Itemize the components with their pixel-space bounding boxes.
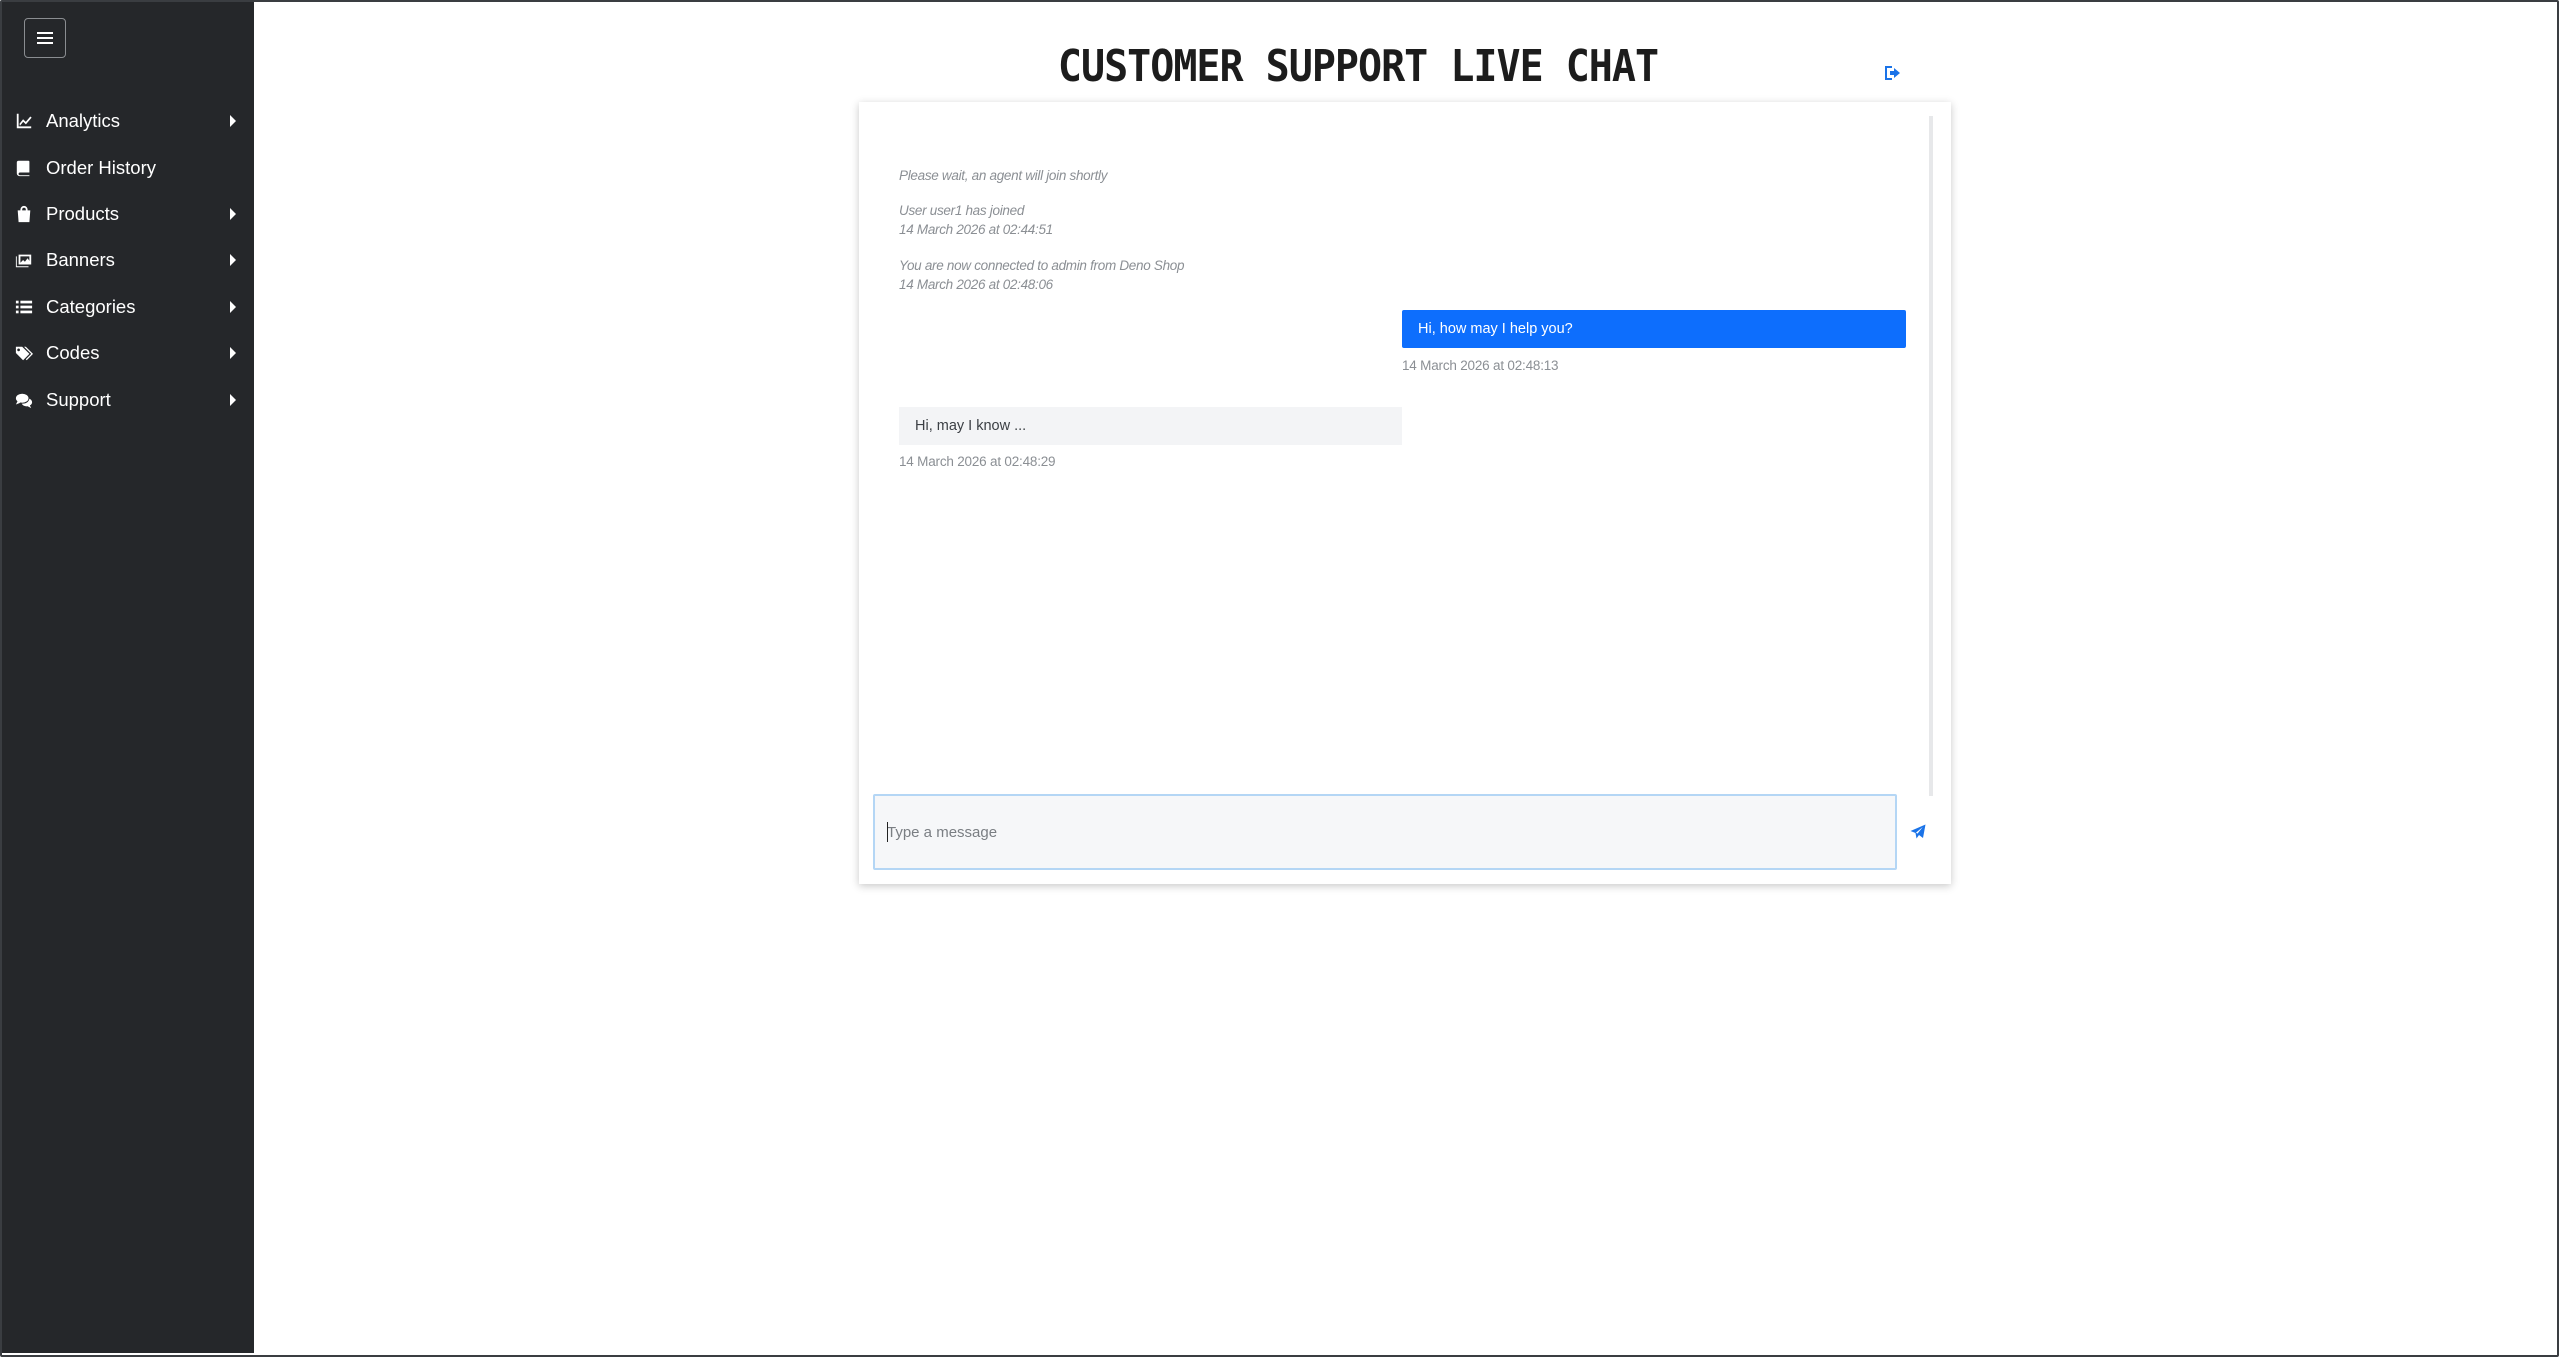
images-icon <box>14 250 34 270</box>
shopping-bag-icon <box>14 204 34 224</box>
hamburger-icon <box>37 32 53 44</box>
book-icon <box>14 158 34 178</box>
paper-plane-icon <box>1910 824 1926 839</box>
system-message: Please wait, an agent will join shortly <box>899 166 1107 185</box>
caret-right-icon <box>230 393 236 406</box>
system-message-time: 14 March 2026 at 02:44:51 <box>899 222 1053 237</box>
sidebar: Analytics Order History Products Banners <box>2 2 254 1353</box>
send-button[interactable] <box>1903 794 1933 870</box>
sidebar-item-label: Products <box>46 202 120 224</box>
sidebar-item-banners[interactable]: Banners <box>2 237 254 283</box>
system-message-text: User user1 has joined <box>899 203 1025 218</box>
sidebar-item-codes[interactable]: Codes <box>2 330 254 376</box>
chart-line-icon <box>14 111 34 131</box>
message-timestamp: 14 March 2026 at 02:48:29 <box>899 454 1056 469</box>
sidebar-nav: Analytics Order History Products Banners <box>2 98 254 423</box>
message-timestamp: 14 March 2026 at 02:48:13 <box>1402 358 1559 373</box>
message-input[interactable] <box>887 796 1877 868</box>
system-message-time: 14 March 2026 at 02:48:06 <box>899 277 1053 292</box>
caret-right-icon <box>230 115 236 128</box>
message-input-box <box>873 794 1897 870</box>
sidebar-item-categories[interactable]: Categories <box>2 284 254 330</box>
sidebar-item-products[interactable]: Products <box>2 191 254 237</box>
sidebar-item-label: Support <box>46 388 111 410</box>
caret-right-icon <box>230 300 236 313</box>
caret-right-icon <box>230 254 236 267</box>
page-title: CUSTOMER SUPPORT LIVE CHAT <box>1057 42 1659 92</box>
sidebar-item-label: Codes <box>46 342 100 364</box>
caret-right-icon <box>230 347 236 360</box>
system-message: User user1 has joined 14 March 2026 at 0… <box>899 201 1053 239</box>
caret-right-icon <box>230 207 236 220</box>
tags-icon <box>14 343 34 363</box>
agent-message-bubble: Hi, how may I help you? <box>1402 310 1906 348</box>
message-text: Hi, may I know ... <box>915 418 1027 434</box>
sidebar-item-order-history[interactable]: Order History <box>2 144 254 190</box>
list-icon <box>14 297 34 317</box>
sidebar-item-label: Order History <box>46 156 156 178</box>
text-cursor <box>887 822 888 842</box>
sign-out-icon <box>1885 66 1900 80</box>
sidebar-item-label: Analytics <box>46 110 121 132</box>
sidebar-item-support[interactable]: Support <box>2 376 254 422</box>
sidebar-item-analytics[interactable]: Analytics <box>2 98 254 144</box>
menu-toggle-button[interactable] <box>24 18 66 58</box>
sidebar-item-label: Banners <box>46 249 115 271</box>
comments-icon <box>14 390 34 410</box>
system-message-text: You are now connected to admin from Deno… <box>899 258 1185 273</box>
chat-window: Please wait, an agent will join shortly … <box>859 102 1951 884</box>
user-message-bubble: Hi, may I know ... <box>899 407 1402 445</box>
message-text: Hi, how may I help you? <box>1418 321 1573 337</box>
logout-button[interactable] <box>1883 64 1903 82</box>
system-message: You are now connected to admin from Deno… <box>899 256 1185 294</box>
chat-scrollbar[interactable] <box>1929 116 1933 796</box>
system-message-text: Please wait, an agent will join shortly <box>899 168 1108 183</box>
sidebar-item-label: Categories <box>46 295 136 317</box>
